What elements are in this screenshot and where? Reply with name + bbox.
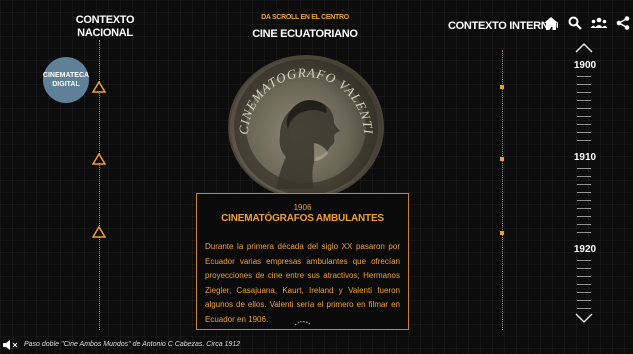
ruler-tick [577,216,591,217]
ruler-tick [577,284,591,285]
timeline-marker[interactable] [500,157,504,161]
ruler-tick [577,92,591,93]
audio-caption: Paso doble "Cine Ambos Mundos" de Antoni… [24,341,241,348]
ruler-tick [577,276,591,277]
timeline-marker[interactable] [92,81,106,93]
valenti-portrait: CINEMATOGRAFO VALENTI [228,55,384,199]
contexto-nacional-heading[interactable]: CONTEXTO NACIONAL [70,14,140,40]
ruler-tick [577,260,591,261]
ruler-tick [577,192,591,193]
year-label: 1900 [573,60,597,71]
timeline-marker[interactable] [92,226,106,238]
ruler-tick [577,268,591,269]
year-label: 1920 [573,244,597,255]
ruler-tick [577,308,591,309]
timeline-marker[interactable] [92,153,106,165]
search-button[interactable] [563,12,587,34]
muted-speaker-icon[interactable] [2,340,20,350]
ruler-tick [577,132,591,133]
cinemateca-digital-badge[interactable]: CINEMATECA DIGITAL [43,57,89,103]
ruler-tick [577,176,591,177]
ruler-tick [577,168,591,169]
timeline-marker[interactable] [500,85,504,89]
share-icon [616,16,630,30]
timeline-marker[interactable] [500,231,504,235]
event-year: 1906 [293,203,312,212]
ruler-tick [577,108,591,109]
page-title: CINE ECUATORIANO [252,28,358,40]
scroll-down-icon[interactable] [574,312,594,324]
ruler-tick [577,232,591,233]
scroll-up-icon[interactable] [574,42,594,54]
ruler-tick [577,140,591,141]
ruler-tick [577,100,591,101]
badge-line1: CINEMATECA [42,72,90,79]
share-button[interactable] [611,12,633,34]
ruler-tick [577,224,591,225]
search-icon [568,16,582,30]
ruler-tick [577,116,591,117]
contexto-nacional-line2: NACIONAL [77,27,133,39]
contexto-nacional-line1: CONTEXTO [75,14,135,26]
international-timeline-line [502,50,503,330]
scroll-hint: DA SCROLL EN EL CENTRO [261,14,349,21]
home-icon [544,16,558,30]
event-card[interactable]: 1906 CINEMATÓGRAFOS AMBULANTES Durante l… [196,193,409,330]
ruler-tick [577,292,591,293]
people-button[interactable] [587,12,611,34]
ruler-tick [577,76,591,77]
event-title: CINEMATÓGRAFOS AMBULANTES [221,213,384,224]
ruler-tick [577,184,591,185]
people-icon [590,17,608,28]
ruler-tick [577,124,591,125]
toolbar [539,12,633,34]
ruler-tick [577,200,591,201]
badge-line2: DIGITAL [52,81,80,88]
portrait-illustration: CINEMATOGRAFO VALENTI [234,59,378,195]
more-indicator-icon[interactable] [293,318,313,326]
ruler-tick [577,300,591,301]
event-description: Durante la primera década del siglo XX p… [205,242,400,324]
year-label: 1910 [573,152,597,163]
ruler-tick [577,84,591,85]
ruler-tick [577,208,591,209]
home-button[interactable] [539,12,563,34]
